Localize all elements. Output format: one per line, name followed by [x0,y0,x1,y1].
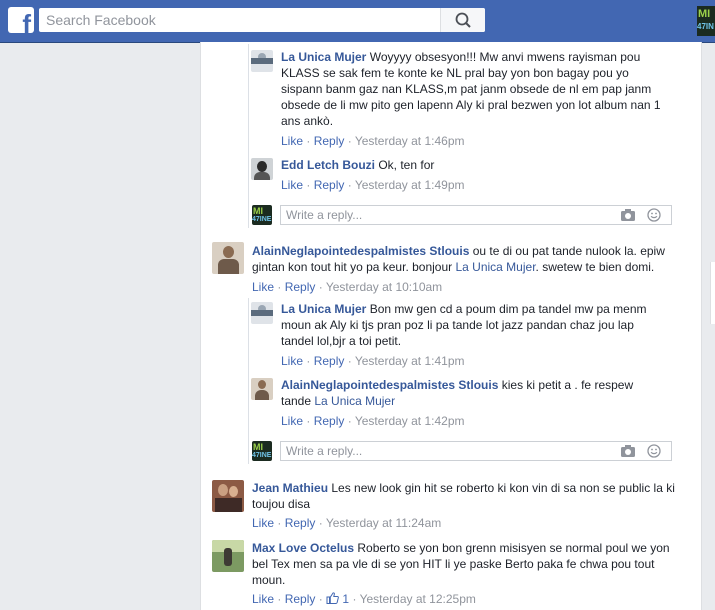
avatar[interactable] [251,158,273,180]
separator-dot: · [347,354,352,368]
reply-link[interactable]: Reply [285,280,316,294]
comment-message-end: . swetew te bien domi. [535,260,655,274]
avatar-badge-text: 47INE [252,452,272,459]
timestamp[interactable]: Yesterday at 1:46pm [355,134,465,148]
logo-letter: f [22,9,31,33]
avatar-badge-text: 47IN [697,22,714,31]
write-reply-input[interactable] [281,206,606,224]
avatar-badge-text: MI [253,206,263,216]
reply-link[interactable]: Reply [285,516,316,530]
comment-text: AlainNeglapointedespalmistes Stlouis ou … [252,243,684,275]
timestamp[interactable]: Yesterday at 1:49pm [355,178,465,192]
like-count[interactable]: 1 [342,592,349,606]
reply-composer [280,205,672,225]
separator-dot: · [277,516,282,530]
avatar-badge-text: MI [698,8,711,20]
reply-actions: Like · Reply · Yesterday at 1:41pm [281,353,465,369]
right-panel-edge [710,262,715,324]
reply-actions: Like · Reply · Yesterday at 1:49pm [281,177,465,193]
separator-dot: · [306,178,311,192]
search-button[interactable] [440,8,485,32]
comment-actions: Like · Reply · Yesterday at 10:10am [252,279,442,295]
avatar[interactable] [212,480,244,512]
like-link[interactable]: Like [281,134,303,148]
separator-dot: · [347,178,352,192]
my-avatar: MI 47INE [252,441,272,461]
thumbs-up-icon[interactable] [326,592,339,604]
author-name[interactable]: Jean Mathieu [252,481,328,495]
camera-icon[interactable] [620,444,636,458]
separator-dot: · [277,592,282,606]
reply-link[interactable]: Reply [314,354,345,368]
author-name[interactable]: Max Love Octelus [252,541,354,555]
reply-text: AlainNeglapointedespalmistes Stlouis kie… [281,377,661,409]
like-link[interactable]: Like [281,414,303,428]
avatar-badge-text: 47INE [252,216,272,223]
avatar[interactable] [251,50,273,72]
emoji-icon[interactable] [647,444,661,458]
my-avatar: MI 47INE [252,205,272,225]
avatar[interactable] [212,242,244,274]
like-link[interactable]: Like [252,516,274,530]
author-name[interactable]: La Unica Mujer [281,50,366,64]
like-link[interactable]: Like [252,280,274,294]
write-reply-input[interactable] [281,442,606,460]
like-link[interactable]: Like [281,354,303,368]
facebook-logo-icon[interactable]: f [8,7,34,33]
author-name[interactable]: La Unica Mujer [281,302,366,316]
separator-dot: · [352,592,357,606]
reply-link[interactable]: Reply [285,592,316,606]
comment-text: Jean Mathieu Les new look gin hit se rob… [252,480,684,512]
avatar[interactable] [251,302,273,324]
reply-text: Edd Letch Bouzi Ok, ten for [281,157,661,173]
reply-thread-line [248,298,249,464]
author-name[interactable]: Edd Letch Bouzi [281,158,375,172]
timestamp[interactable]: Yesterday at 1:42pm [355,414,465,428]
like-link[interactable]: Like [252,592,274,606]
avatar-badge-text: MI [253,442,263,452]
timestamp[interactable]: Yesterday at 11:24am [326,516,441,530]
profile-avatar[interactable]: MI 47IN [697,6,715,36]
search-input[interactable] [39,8,446,32]
separator-dot: · [347,134,352,148]
search-bar [39,8,485,32]
reply-text: La Unica Mujer Bon mw gen cd a poum dim … [281,301,661,349]
mention-link[interactable]: La Unica Mujer [314,394,395,408]
reply-link[interactable]: Reply [314,178,345,192]
emoji-icon[interactable] [647,208,661,222]
like-link[interactable]: Like [281,178,303,192]
separator-dot: · [277,280,282,294]
reply-link[interactable]: Reply [314,414,345,428]
separator-dot: · [306,354,311,368]
top-bar: f MI 47IN [0,0,715,43]
timestamp[interactable]: Yesterday at 12:25pm [360,592,476,606]
reply-text: La Unica Mujer Woyyyy obsesyon!!! Mw anv… [281,49,661,129]
mention-link[interactable]: La Unica Mujer [455,260,535,274]
reply-composer [280,441,672,461]
author-name[interactable]: AlainNeglapointedespalmistes Stlouis [281,378,498,392]
author-name[interactable]: AlainNeglapointedespalmistes Stlouis [252,244,469,258]
timestamp[interactable]: Yesterday at 1:41pm [355,354,465,368]
timestamp[interactable]: Yesterday at 10:10am [326,280,442,294]
separator-dot: · [306,414,311,428]
comment-actions: Like · Reply · Yesterday at 11:24am [252,515,441,531]
avatar[interactable] [251,378,273,400]
avatar[interactable] [212,540,244,572]
reply-link[interactable]: Reply [314,134,345,148]
separator-dot: · [318,516,323,530]
separator-dot: · [306,134,311,148]
search-icon [455,12,471,28]
reply-thread-line [248,44,249,228]
reply-actions: Like · Reply · Yesterday at 1:42pm [281,413,465,429]
separator-dot: · [347,414,352,428]
comment-text: Max Love Octelus Roberto se yon bon gren… [252,540,684,588]
separator-dot: · [318,280,323,294]
reply-actions: Like · Reply · Yesterday at 1:46pm [281,133,465,149]
comment-message: Ok, ten for [378,158,435,172]
camera-icon[interactable] [620,208,636,222]
comment-actions: Like · Reply · 1 · Yesterday at 12:25pm [252,591,476,607]
separator-dot: · [318,592,323,606]
